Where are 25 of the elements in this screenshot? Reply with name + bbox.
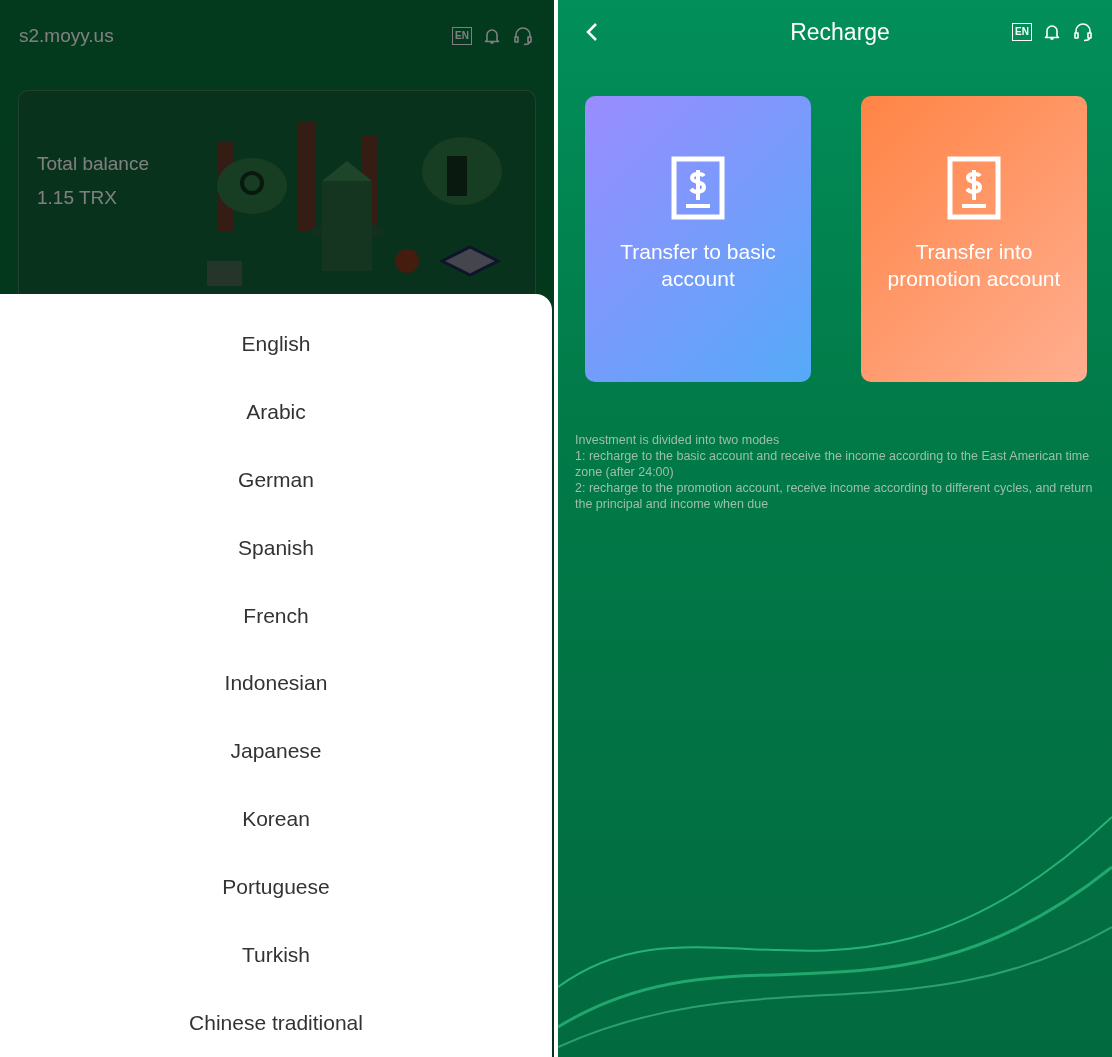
headset-icon[interactable] [512,25,534,47]
headset-icon[interactable] [1072,21,1094,43]
language-option[interactable]: Chinese traditional [181,989,371,1057]
receipt-dollar-icon [670,156,726,220]
language-option[interactable]: French [235,581,317,650]
language-option[interactable]: Turkish [233,921,319,990]
bell-icon[interactable] [1042,22,1062,42]
investment-note: Investment is divided into two modes [575,432,781,448]
investment-note: 1: recharge to the basic account and receive the income according to the East American time zone (after 24:00) [575,448,1091,480]
language-badge[interactable]: EN [1012,23,1032,41]
page-title: Recharge [790,18,890,46]
receipt-dollar-icon [946,156,1002,220]
language-option[interactable]: Korean [234,785,318,854]
site-name: s2.moyy.us [19,25,114,47]
language-option[interactable]: Spanish [230,513,322,582]
language-option[interactable]: Portuguese [214,853,338,922]
language-option[interactable]: German [230,445,322,514]
language-option[interactable]: Japanese [222,717,330,786]
balance-value: 1.15 TRX [37,187,118,209]
balance-label: Total balance [37,153,149,175]
investment-note: 2: recharge to the promotion account, receive income according to different cycles, and return the principal and income when due [575,480,1094,512]
bell-icon[interactable] [482,26,502,46]
language-option[interactable]: English [233,310,319,378]
language-option[interactable]: Arabic [238,377,314,446]
language-option[interactable]: Indonesian [216,649,336,718]
